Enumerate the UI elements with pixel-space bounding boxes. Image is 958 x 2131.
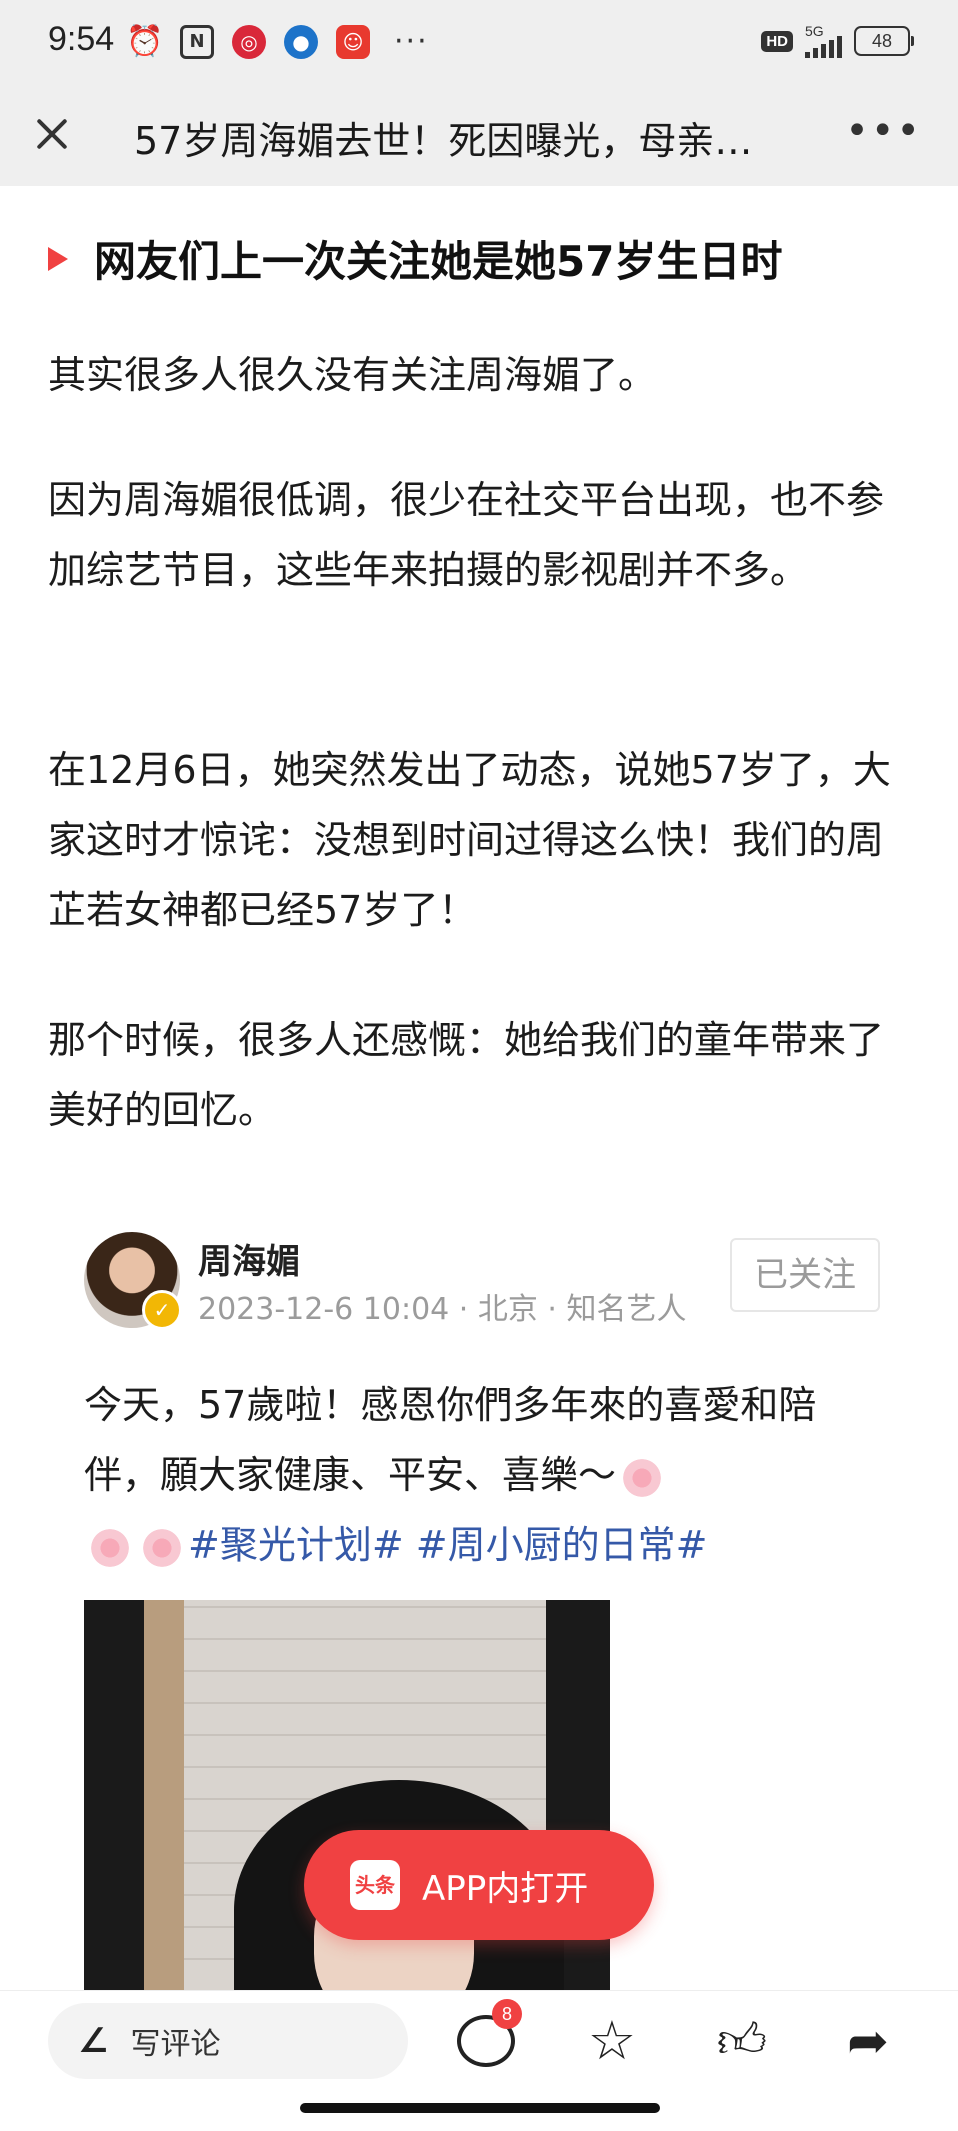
- nfc-icon: N: [180, 24, 214, 59]
- more-notifications-icon: ···: [394, 24, 429, 59]
- app-icon-red: ◎: [232, 24, 266, 59]
- hashtag-link[interactable]: #周小厨的日常#: [416, 1523, 708, 1567]
- page-title: 57岁周海媚去世！死因曝光，母亲…: [134, 119, 753, 163]
- post-meta: 2023-12-6 10:04 · 北京 · 知名艺人: [198, 1292, 687, 1327]
- section-heading: 网友们上一次关注她是她57岁生日时: [48, 228, 782, 289]
- comment-placeholder: 写评论: [130, 2027, 221, 2062]
- home-indicator[interactable]: [300, 2103, 660, 2113]
- cherry-blossom-icon: [88, 1525, 132, 1570]
- cherry-blossom-icon: [140, 1525, 184, 1570]
- hd-indicator: HD: [761, 30, 793, 52]
- comment-input[interactable]: ∠ 写评论: [48, 2003, 408, 2079]
- star-icon: ☆: [587, 2009, 637, 2072]
- favorite-button[interactable]: ☆: [580, 2009, 644, 2073]
- thumbs-up-icon: 👍︎: [716, 2013, 768, 2069]
- title-bar: 57岁周海媚去世！死因曝光，母亲… •••: [0, 86, 958, 186]
- heading-marker-icon: [48, 246, 68, 271]
- network-type: 5G: [805, 23, 824, 39]
- cherry-blossom-icon: [620, 1455, 665, 1500]
- post-body: 今天，57歲啦！感恩你們多年來的喜愛和陪伴，願大家健康、平安、喜樂～ #聚光计划…: [84, 1370, 874, 1580]
- share-arrow-icon: ➦: [847, 2012, 889, 2070]
- article-paragraph: 在12月6日，她突然发出了动态，说她57岁了，大家这时才惊诧：没想到时间过得这么…: [48, 748, 891, 932]
- verified-badge-icon: ✓: [142, 1290, 182, 1330]
- status-bar: 9:54 ⏰ N ◎ ● ☺ ··· HD 5G 48: [0, 0, 958, 86]
- post-author-name[interactable]: 周海媚: [198, 1234, 300, 1283]
- signal-icon: 5G: [805, 24, 842, 58]
- article-paragraph: 因为周海媚很低调，很少在社交平台出现，也不参加综艺节目，这些年来拍摄的影视剧并不…: [48, 478, 885, 592]
- share-button[interactable]: ➦: [836, 2009, 900, 2073]
- more-menu-icon[interactable]: •••: [845, 108, 922, 154]
- toutiao-logo-icon: 头条: [350, 1860, 400, 1910]
- app-icon-blue: ●: [284, 24, 318, 59]
- comment-button[interactable]: 8: [454, 1999, 522, 2073]
- pen-icon: ∠: [78, 2021, 109, 2061]
- battery-icon: 48: [854, 26, 914, 56]
- article-paragraph: 其实很多人很久没有关注周海媚了。: [48, 353, 657, 397]
- follow-button[interactable]: 已关注: [730, 1238, 880, 1312]
- article-paragraph: 那个时候，很多人还感慨：她给我们的童年带来了美好的回忆。: [48, 1018, 885, 1132]
- status-time: 9:54: [48, 20, 115, 58]
- like-button[interactable]: 👍︎: [710, 2009, 774, 2073]
- bottom-action-bar: ∠ 写评论 8 ☆ 👍︎ ➦: [0, 1990, 958, 2131]
- alarm-icon: ⏰: [126, 24, 164, 59]
- section-heading-text: 网友们上一次关注她是她57岁生日时: [94, 237, 783, 286]
- open-in-app-button[interactable]: 头条 APP内打开: [304, 1830, 654, 1940]
- hashtag-link[interactable]: #聚光计划#: [188, 1523, 404, 1567]
- open-in-app-label: APP内打开: [422, 1868, 589, 1909]
- status-notification-icons: ⏰ N ◎ ● ☺ ···: [126, 24, 429, 59]
- post-text: 今天，57歲啦！感恩你們多年來的喜愛和陪伴，願大家健康、平安、喜樂～: [84, 1383, 817, 1497]
- app-icon-mascot: ☺: [336, 24, 370, 59]
- close-icon[interactable]: [26, 108, 78, 160]
- comment-count-badge: 8: [492, 1999, 522, 2029]
- status-system-icons: HD 5G 48: [761, 24, 914, 58]
